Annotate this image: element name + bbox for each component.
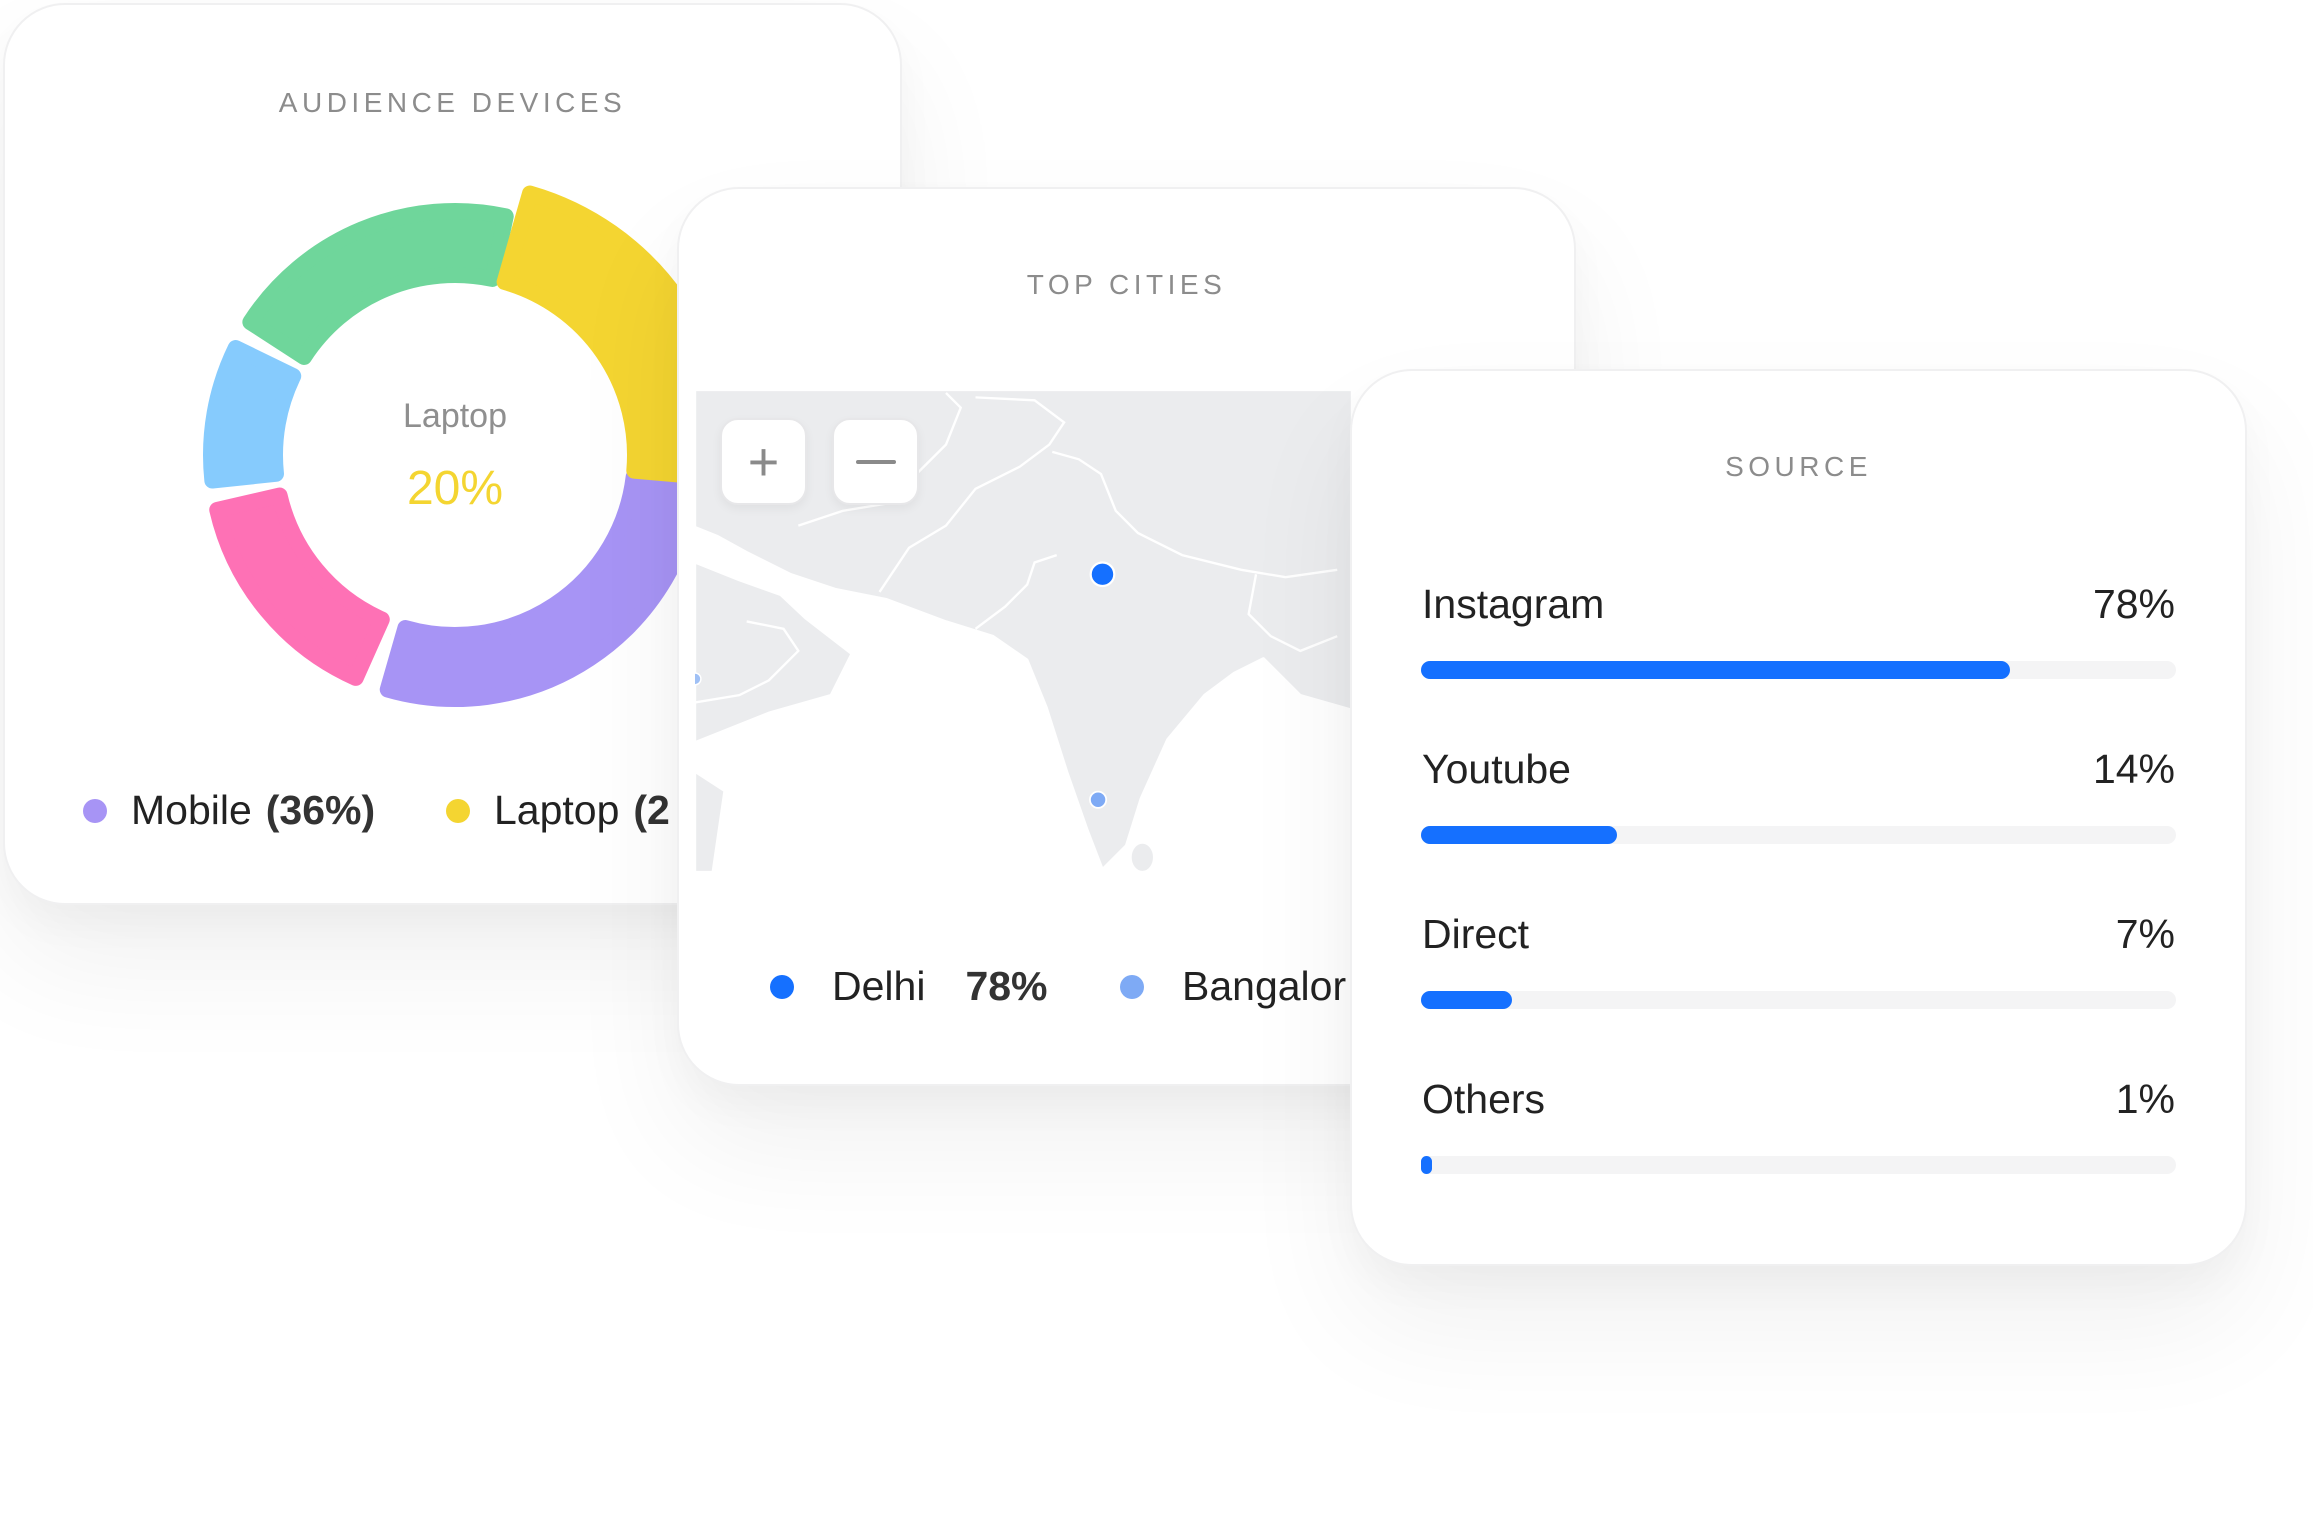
progress-bar bbox=[1421, 1156, 2176, 1174]
city-marker bbox=[695, 672, 702, 686]
source-label: Others bbox=[1422, 1076, 1546, 1122]
legend-label: Laptop bbox=[494, 787, 620, 833]
map-land-africa bbox=[695, 770, 726, 872]
legend-value: 78% bbox=[965, 963, 1048, 1009]
source-value: 1% bbox=[2115, 1076, 2175, 1122]
plus-icon: + bbox=[747, 431, 780, 492]
card-title: TOP CITIES bbox=[1026, 269, 1227, 300]
source-value: 14% bbox=[2092, 746, 2175, 792]
zoom-in-button[interactable]: + bbox=[720, 418, 807, 505]
legend-value: (36%) bbox=[265, 787, 376, 833]
legend-label: Bangalor bbox=[1182, 963, 1347, 1009]
map-land-arabia bbox=[695, 561, 853, 744]
legend-label: Mobile bbox=[131, 787, 252, 833]
source-card: SOURCE Instagram 78% Youtube 14% Direct … bbox=[1350, 369, 2247, 1266]
legend-item-laptop: Laptop (2 bbox=[446, 787, 670, 834]
legend-item-mobile: Mobile (36%) bbox=[83, 787, 375, 834]
donut-segment-unlabeled-4[interactable] bbox=[242, 203, 514, 365]
legend-dot-icon bbox=[770, 974, 794, 999]
legend-item-bangalore: Bangalor bbox=[1120, 963, 1346, 1010]
progress-bar-fill bbox=[1421, 991, 1512, 1009]
progress-bar-fill bbox=[1421, 1156, 1433, 1174]
minus-icon bbox=[855, 459, 896, 464]
source-label: Direct bbox=[1422, 911, 1530, 957]
progress-bar bbox=[1421, 991, 2176, 1009]
legend-item-delhi: Delhi 78% bbox=[770, 963, 1048, 1010]
donut-segment-unlabeled-2[interactable] bbox=[209, 487, 390, 686]
source-label: Instagram bbox=[1422, 581, 1605, 627]
progress-bar bbox=[1421, 826, 2176, 844]
progress-bar bbox=[1421, 661, 2176, 679]
legend-value: (2 bbox=[633, 787, 670, 833]
legend-dot-icon bbox=[83, 798, 107, 823]
legend-dot-icon bbox=[1120, 974, 1144, 999]
card-title: SOURCE bbox=[1725, 451, 1872, 482]
source-value: 7% bbox=[2115, 911, 2175, 957]
legend-label: Delhi bbox=[832, 963, 926, 1009]
zoom-out-button[interactable] bbox=[832, 418, 919, 505]
source-label: Youtube bbox=[1422, 746, 1571, 792]
city-marker-delhi bbox=[1089, 561, 1116, 588]
legend-dot-icon bbox=[446, 798, 470, 823]
map-land-srilanka bbox=[1129, 841, 1156, 872]
progress-bar-fill bbox=[1421, 826, 1618, 844]
city-marker-bangalore bbox=[1089, 790, 1108, 809]
source-value: 78% bbox=[2092, 581, 2175, 627]
progress-bar-fill bbox=[1421, 661, 2010, 679]
